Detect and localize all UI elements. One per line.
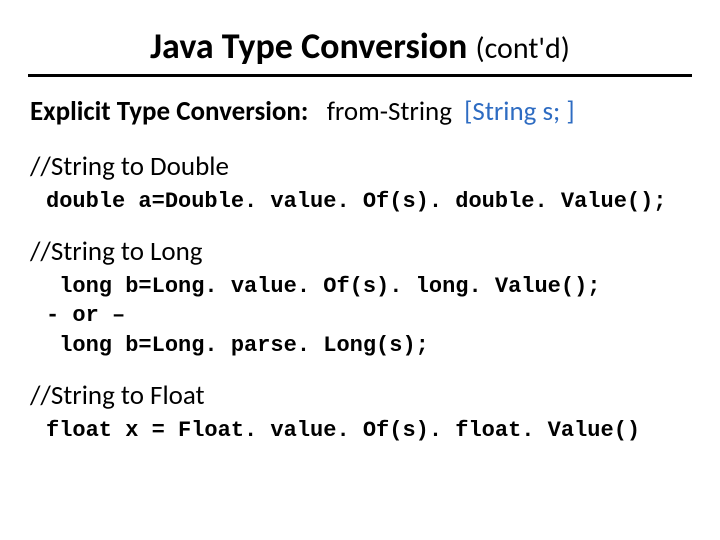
section-heading-double: //String to Double: [30, 150, 692, 183]
section-heading-long: //String to Long: [30, 235, 692, 268]
code-long-1: long b=Long. value. Of(s). long. Value()…: [46, 274, 601, 299]
code-float: float x = Float. value. Of(s). float. Va…: [46, 416, 692, 446]
subtitle-plain: from-String: [327, 95, 452, 128]
title-main: Java Type Conversion: [150, 24, 467, 68]
title-underline: [28, 74, 692, 77]
subtitle-line: Explicit Type Conversion: from-String [S…: [30, 95, 692, 128]
subtitle-blue: [String s; ]: [464, 95, 575, 128]
subtitle-label: Explicit Type Conversion:: [30, 95, 308, 128]
code-double: double a=Double. value. Of(s). double. V…: [46, 187, 692, 217]
title-contd: (cont'd): [475, 30, 569, 67]
slide: Java Type Conversion (cont'd) Explicit T…: [0, 0, 720, 540]
code-long-or: - or –: [46, 303, 125, 328]
section-heading-float: //String to Float: [30, 379, 692, 412]
slide-title: Java Type Conversion (cont'd): [28, 24, 692, 68]
code-long-2: long b=Long. parse. Long(s);: [46, 333, 429, 358]
code-long-block: long b=Long. value. Of(s). long. Value()…: [46, 272, 692, 361]
